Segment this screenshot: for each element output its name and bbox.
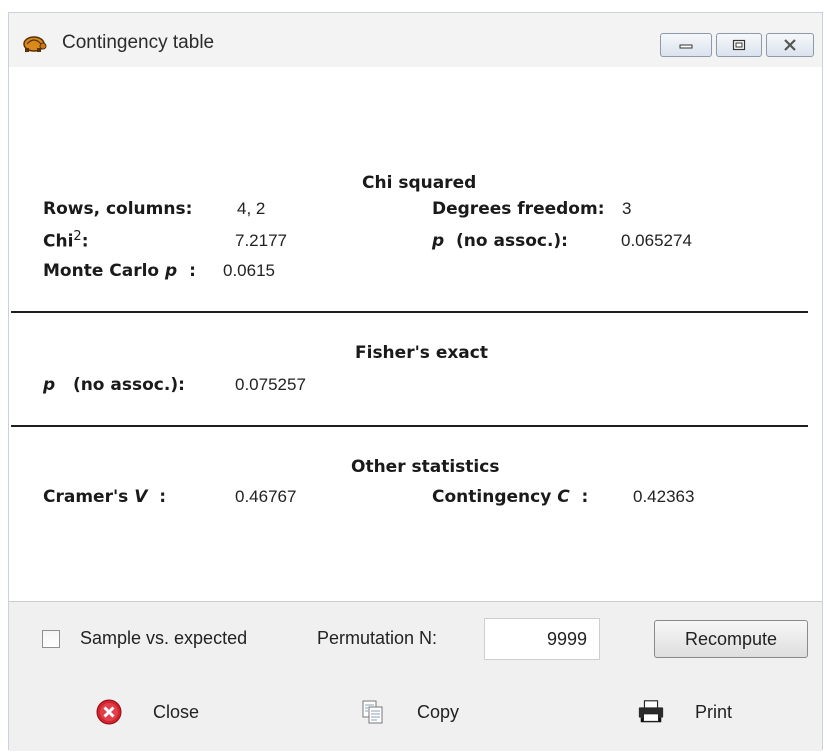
section-divider [11, 311, 808, 313]
cramers-v-label: Cramer's V : [43, 487, 167, 507]
degrees-freedom-value: 3 [622, 199, 632, 218]
window-title: Contingency table [62, 32, 215, 53]
options-bar: Sample vs. expected Permutation N: Recom… [9, 601, 822, 675]
rows-columns-value: 4, 2 [237, 199, 266, 218]
fisher-p-value: 0.075257 [235, 375, 306, 394]
contingency-c-label: Contingency C : [432, 487, 589, 507]
printer-icon [637, 698, 665, 726]
copy-button[interactable]: Copy [359, 692, 459, 732]
other-statistics-heading: Other statistics [351, 457, 500, 477]
chi2-superscript: 2 [73, 229, 82, 244]
cramers-v-value: 0.46767 [235, 487, 297, 506]
restore-button[interactable] [716, 33, 762, 57]
chi2-label: Chi2: [43, 229, 89, 252]
copy-label: Copy [417, 701, 460, 722]
permutation-n-input[interactable] [484, 618, 600, 660]
monte-carlo-value: 0.0615 [223, 261, 275, 280]
action-bar: Close Copy Print [9, 674, 822, 751]
window-controls [660, 33, 814, 57]
chi2-value: 7.2177 [235, 231, 287, 250]
section-divider [11, 425, 808, 427]
turtle-app-icon [23, 36, 47, 52]
close-icon [784, 39, 796, 51]
sample-vs-expected-label[interactable]: Sample vs. expected [80, 628, 247, 649]
restore-icon [732, 39, 746, 51]
results-panel: Chi squared Rows, columns: 4, 2 Degrees … [9, 67, 822, 601]
chi-p-label: p (no assoc.): [432, 231, 568, 251]
permutation-n-label: Permutation N: [317, 628, 438, 648]
chi-p-value: 0.065274 [621, 231, 692, 250]
contingency-c-value: 0.42363 [633, 487, 695, 506]
close-window-button[interactable] [766, 33, 814, 57]
minimize-button[interactable] [660, 33, 712, 57]
close-label: Close [153, 701, 200, 722]
monte-carlo-label: Monte Carlo p : [43, 261, 196, 281]
close-button[interactable]: Close [95, 692, 199, 732]
fisher-heading: Fisher's exact [355, 343, 488, 363]
sample-vs-expected-checkbox[interactable] [42, 630, 60, 648]
minimize-icon [679, 44, 693, 49]
print-button[interactable]: Print [637, 692, 732, 732]
close-circle-icon [95, 698, 123, 726]
recompute-button[interactable]: Recompute [654, 620, 808, 658]
degrees-freedom-label: Degrees freedom: [432, 199, 605, 219]
print-label: Print [695, 701, 733, 722]
fisher-p-label: p (no assoc.): [43, 375, 185, 395]
rows-columns-label: Rows, columns: [43, 199, 193, 219]
title-bar[interactable]: Contingency table [9, 13, 822, 68]
chi-squared-heading: Chi squared [362, 173, 477, 193]
copy-icon [359, 698, 387, 726]
contingency-table-window: Contingency table Chi squared Rows, colu… [8, 12, 823, 751]
